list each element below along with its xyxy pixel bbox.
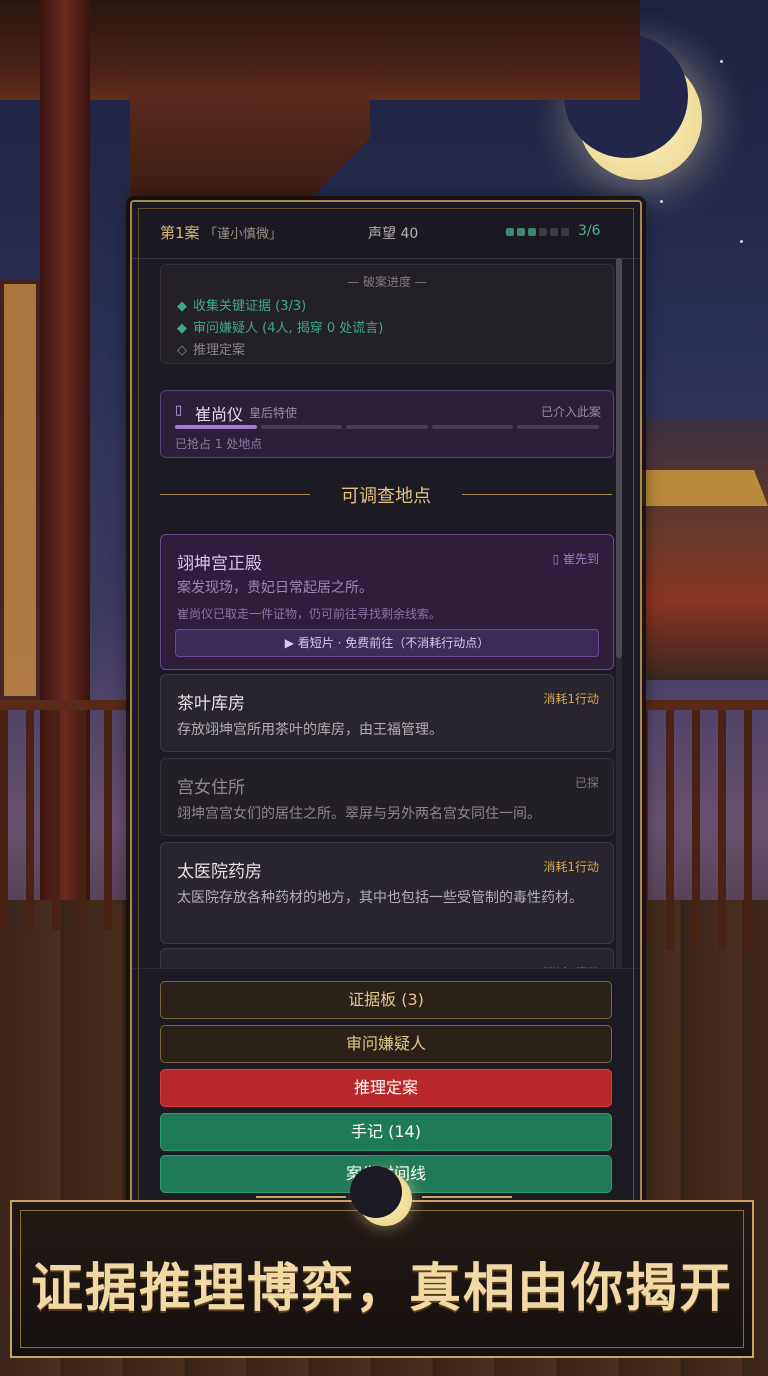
ornament-left xyxy=(256,1196,346,1198)
case-panel: 第1案 「谨小慎微」 声望 40 3/6 — 破案进度 — ◆ 收集关键证据 (3… xyxy=(130,200,642,1224)
banner-slogan: 证据推理博弈，真相由你揭开 xyxy=(30,1258,733,1319)
ornament-right xyxy=(422,1196,512,1198)
